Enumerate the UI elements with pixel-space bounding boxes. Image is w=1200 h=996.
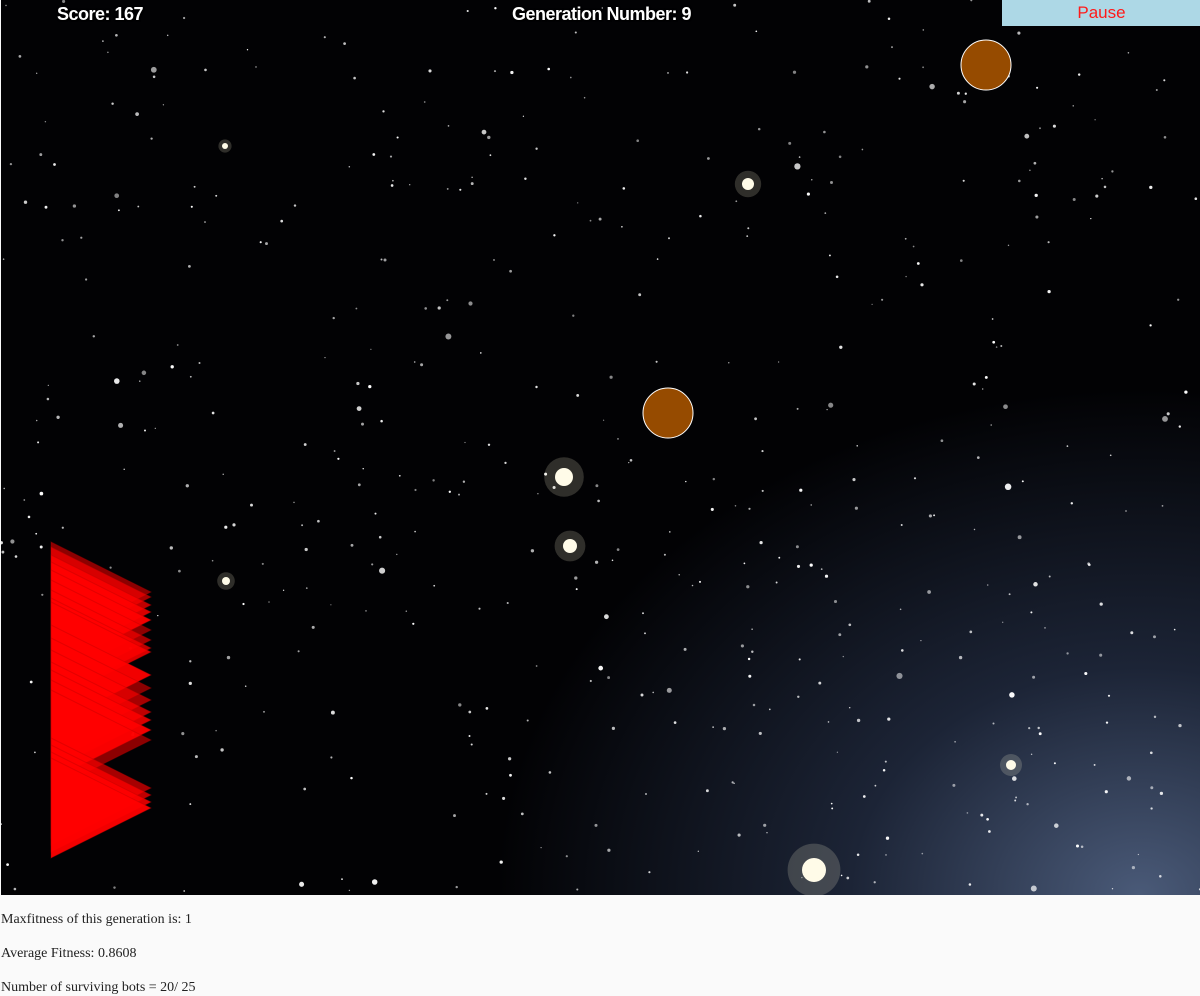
- generation-label: Generation Number: 9: [512, 4, 692, 24]
- score-label: Score: 167: [57, 4, 144, 24]
- bots-layer: [50, 541, 153, 859]
- max-fitness-text: Maxfitness of this generation is: 1: [1, 912, 192, 927]
- pause-button[interactable]: Pause: [1002, 0, 1200, 26]
- game-canvas[interactable]: Score: 167 Generation Number: 9 Pause: [1, 0, 1200, 895]
- average-fitness-text: Average Fitness: 0.8608: [1, 946, 137, 961]
